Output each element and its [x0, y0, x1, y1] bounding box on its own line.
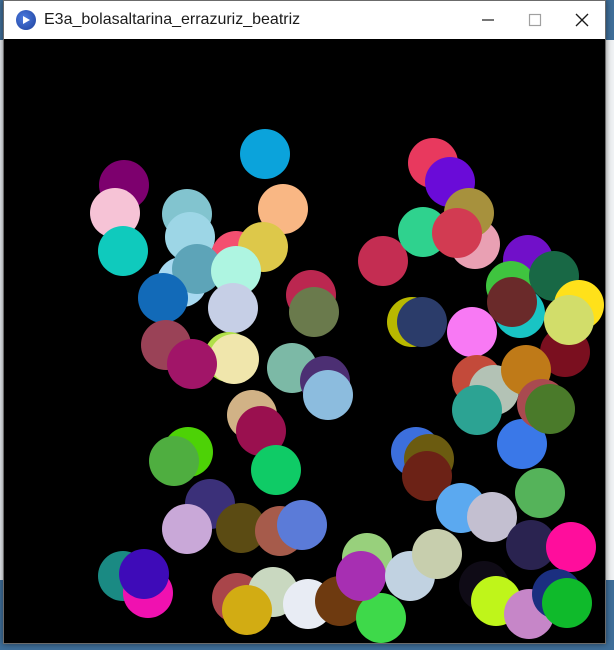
ball — [149, 436, 199, 486]
ball — [119, 549, 169, 599]
ball — [432, 208, 482, 258]
ball — [208, 283, 258, 333]
ball — [251, 445, 301, 495]
processing-play-icon — [16, 10, 36, 30]
ball — [515, 468, 565, 518]
minimize-icon — [481, 19, 494, 21]
ball — [289, 287, 339, 337]
app-window: E3a_bolasaltarina_errazuriz_beatriz — [3, 0, 606, 644]
ball — [358, 236, 408, 286]
minimize-button[interactable] — [464, 1, 511, 39]
ball — [167, 339, 217, 389]
ball — [487, 277, 537, 327]
ball — [447, 307, 497, 357]
ball — [209, 334, 259, 384]
ball — [525, 384, 575, 434]
sketch-canvas[interactable] — [4, 39, 605, 643]
ball — [336, 551, 386, 601]
ball — [397, 297, 447, 347]
ball — [138, 273, 188, 323]
ball — [544, 295, 594, 345]
ball — [162, 504, 212, 554]
close-icon — [575, 13, 588, 27]
ball — [98, 226, 148, 276]
balls-layer — [90, 129, 604, 643]
ball — [546, 522, 596, 572]
maximize-button[interactable] — [511, 1, 558, 39]
window-title: E3a_bolasaltarina_errazuriz_beatriz — [44, 11, 301, 28]
close-button[interactable] — [558, 1, 605, 39]
ball — [412, 529, 462, 579]
title-bar[interactable]: E3a_bolasaltarina_errazuriz_beatriz — [4, 1, 605, 39]
ball — [240, 129, 290, 179]
ball — [452, 385, 502, 435]
ball — [542, 578, 592, 628]
window-controls — [464, 1, 605, 39]
maximize-icon — [528, 13, 541, 27]
ball — [277, 500, 327, 550]
ball — [303, 370, 353, 420]
ball — [222, 585, 272, 635]
